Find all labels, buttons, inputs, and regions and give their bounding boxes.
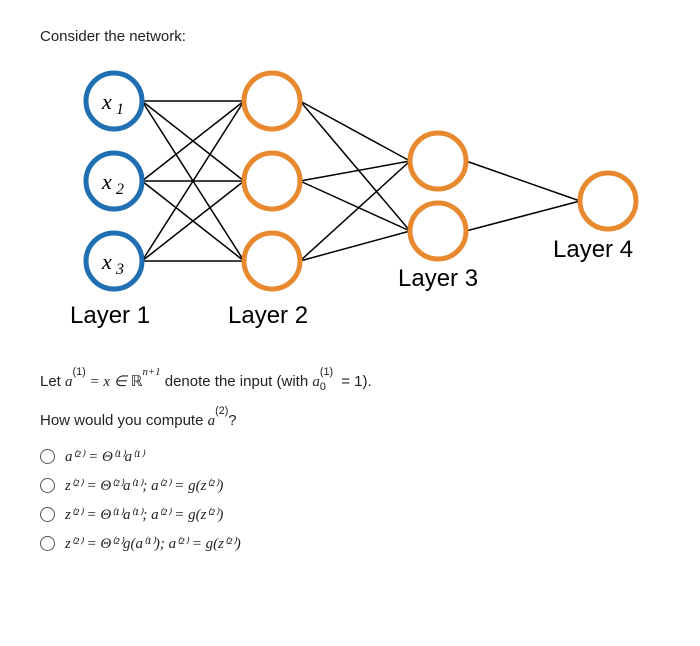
q-line1-end: = 1). (337, 373, 372, 390)
radio-icon (40, 449, 55, 464)
option-a-text: a⁽²⁾ = Θ⁽¹⁾a⁽¹⁾ (65, 447, 144, 466)
q-line1-eq: = x ∈ (86, 374, 131, 390)
option-c-text: z⁽²⁾ = Θ⁽¹⁾a⁽¹⁾; a⁽²⁾ = g(z⁽²⁾) (65, 505, 223, 524)
question-text: Let a(1) = x ∈ ℝn+1 denote the input (wi… (40, 369, 700, 433)
layer3-nodes (410, 133, 466, 259)
q-line1-R: ℝ (131, 374, 143, 390)
node-x2-label: x (101, 169, 112, 194)
radio-icon (40, 507, 55, 522)
radio-icon (40, 536, 55, 551)
node-x1-sub: 1 (116, 101, 124, 118)
network-diagram: x 1 x 2 x 3 Layer 1 Layer 2 Layer 3 Laye… (58, 61, 700, 351)
layer2-nodes (244, 73, 300, 289)
q-line2-a: a (208, 413, 216, 429)
edges-layer2-3 (300, 101, 410, 261)
q-line1-sup1: (1) (73, 366, 86, 378)
q-line2-end: ? (228, 412, 236, 429)
question-prompt: Consider the network: (40, 28, 700, 45)
q-line1-a2: a (312, 374, 320, 390)
node-x3-sub: 3 (115, 261, 124, 278)
option-d[interactable]: z⁽²⁾ = Θ⁽²⁾g(a⁽¹⁾); a⁽²⁾ = g(z⁽²⁾) (40, 534, 700, 553)
edges-layer3-4 (466, 161, 580, 231)
radio-icon (40, 478, 55, 493)
option-a[interactable]: a⁽²⁾ = Θ⁽¹⁾a⁽¹⁾ (40, 447, 700, 466)
layer3-label: Layer 3 (398, 265, 478, 292)
node-x2-sub: 2 (116, 181, 124, 198)
layer4-nodes (580, 173, 636, 229)
q-line2-sup: (2) (215, 405, 228, 417)
option-b[interactable]: z⁽²⁾ = Θ⁽²⁾a⁽¹⁾; a⁽²⁾ = g(z⁽²⁾) (40, 476, 700, 495)
node-x3-label: x (101, 249, 112, 274)
node-x1-label: x (101, 89, 112, 114)
q-line1-pre: Let (40, 373, 65, 390)
answer-options: a⁽²⁾ = Θ⁽¹⁾a⁽¹⁾ z⁽²⁾ = Θ⁽²⁾a⁽¹⁾; a⁽²⁾ = … (40, 447, 700, 553)
layer2-label: Layer 2 (228, 302, 308, 329)
layer1-nodes: x 1 x 2 x 3 (86, 73, 142, 289)
q-line1-exp: n+1 (142, 366, 160, 378)
option-d-text: z⁽²⁾ = Θ⁽²⁾g(a⁽¹⁾); a⁽²⁾ = g(z⁽²⁾) (65, 534, 241, 553)
option-c[interactable]: z⁽²⁾ = Θ⁽¹⁾a⁽¹⁾; a⁽²⁾ = g(z⁽²⁾) (40, 505, 700, 524)
q-line1-a: a (65, 374, 73, 390)
option-b-text: z⁽²⁾ = Θ⁽²⁾a⁽¹⁾; a⁽²⁾ = g(z⁽²⁾) (65, 476, 223, 495)
q-line1-supsub-sub: 0 (320, 379, 326, 396)
edges-layer1-2 (142, 101, 244, 261)
layer1-label: Layer 1 (70, 302, 150, 329)
layer4-label: Layer 4 (553, 236, 633, 263)
q-line1-mid: denote the input (with (161, 373, 313, 390)
q-line1-supsub-sup: (1) (320, 366, 333, 378)
q-line2-pre: How would you compute (40, 412, 208, 429)
